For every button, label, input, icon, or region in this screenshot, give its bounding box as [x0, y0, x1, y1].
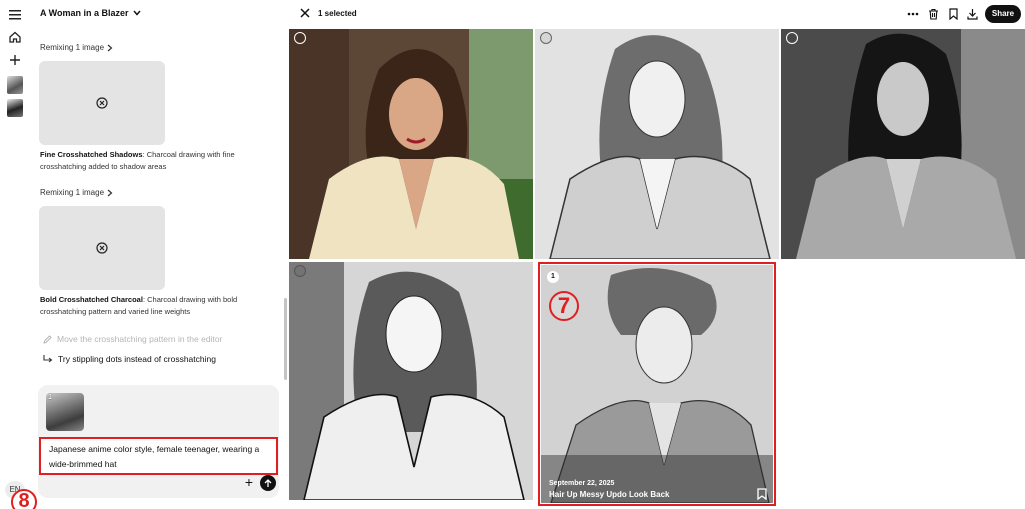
conversation-title[interactable]: A Woman in a Blazer: [40, 8, 141, 18]
chevron-down-icon: [132, 10, 141, 16]
home-icon[interactable]: [6, 28, 24, 46]
remix-label-text: Remixing 1 image: [40, 188, 105, 197]
select-checkbox[interactable]: [786, 32, 798, 44]
select-checkbox[interactable]: [540, 32, 552, 44]
high-contrast-sketch-image: [289, 262, 533, 500]
gallery-image-1[interactable]: [289, 29, 533, 259]
attached-image-thumbnail[interactable]: 1: [46, 393, 84, 431]
conversation-title-text: A Woman in a Blazer: [40, 8, 129, 18]
prompt-text: Japanese anime color style, female teena…: [49, 444, 260, 469]
remix-result-title: Bold Crosshatched Charcoal: [40, 295, 143, 304]
suggestion-edit-in-editor[interactable]: Move the crosshatching pattern in the ed…: [43, 334, 222, 344]
remix-result-description-1: Fine Crosshatched Shadows: Charcoal draw…: [40, 149, 260, 173]
crosshatched-sketch-image: [535, 29, 779, 259]
bookmark-icon[interactable]: [946, 7, 960, 21]
more-options-icon[interactable]: [906, 7, 920, 21]
suggestion-text: Try stippling dots instead of crosshatch…: [58, 354, 216, 364]
scrollbar-thumb[interactable]: [284, 298, 287, 380]
share-button[interactable]: Share: [985, 5, 1021, 23]
suggestion-stippling[interactable]: Try stippling dots instead of crosshatch…: [43, 354, 216, 364]
select-checkbox[interactable]: [294, 265, 306, 277]
trash-icon[interactable]: [926, 7, 940, 21]
remix-result-placeholder-2[interactable]: [39, 206, 165, 290]
failed-image-icon: [96, 242, 108, 254]
menu-icon[interactable]: [6, 6, 24, 24]
reply-arrow-icon: [43, 354, 53, 362]
pencil-icon: [43, 334, 52, 344]
gallery-toolbar: 1 selected Share: [288, 0, 1025, 28]
woman-in-cream-blazer-image: [289, 29, 533, 259]
add-attachment-plus-icon[interactable]: +: [243, 475, 255, 490]
app-window: EN A Woman in a Blazer Remixing 1 image …: [0, 0, 1025, 509]
prompt-composer: 1 Japanese anime color style, female tee…: [11, 385, 279, 509]
attachment-count: 1: [48, 394, 52, 401]
remix-label-text: Remixing 1 image: [40, 43, 105, 52]
charcoal-drawing-image: [781, 29, 1025, 259]
selected-image-highlight: [538, 262, 776, 506]
annotation-badge-8: 8: [11, 489, 37, 509]
download-icon[interactable]: [965, 7, 979, 21]
history-thumbnail-1[interactable]: [7, 76, 23, 94]
left-rail: EN: [0, 0, 30, 509]
arrow-up-icon: [264, 478, 272, 487]
remix-result-placeholder-1[interactable]: [39, 61, 165, 145]
history-thumbnail-2[interactable]: [7, 99, 23, 117]
remix-label-2[interactable]: Remixing 1 image: [40, 188, 113, 197]
chevron-right-icon: [107, 189, 113, 196]
failed-image-icon: [96, 97, 108, 109]
new-chat-plus-icon[interactable]: [6, 51, 24, 69]
chevron-right-icon: [107, 44, 113, 51]
chat-scrollbar[interactable]: [283, 30, 288, 380]
send-button[interactable]: [260, 475, 276, 491]
remix-result-title: Fine Crosshatched Shadows: [40, 150, 143, 159]
select-checkbox[interactable]: [294, 32, 306, 44]
chat-panel: A Woman in a Blazer Remixing 1 image Fin…: [11, 0, 280, 509]
prompt-input[interactable]: Japanese anime color style, female teena…: [11, 437, 278, 509]
remix-result-description-2: Bold Crosshatched Charcoal: Charcoal dra…: [40, 294, 260, 318]
gallery-image-3[interactable]: [781, 29, 1025, 259]
remix-label-1[interactable]: Remixing 1 image: [40, 43, 113, 52]
gallery-image-4[interactable]: [289, 262, 533, 500]
close-icon[interactable]: [298, 6, 312, 20]
gallery-image-2[interactable]: [535, 29, 779, 259]
selection-count: 1 selected: [318, 9, 357, 18]
suggestion-text: Move the crosshatching pattern in the ed…: [57, 334, 223, 344]
